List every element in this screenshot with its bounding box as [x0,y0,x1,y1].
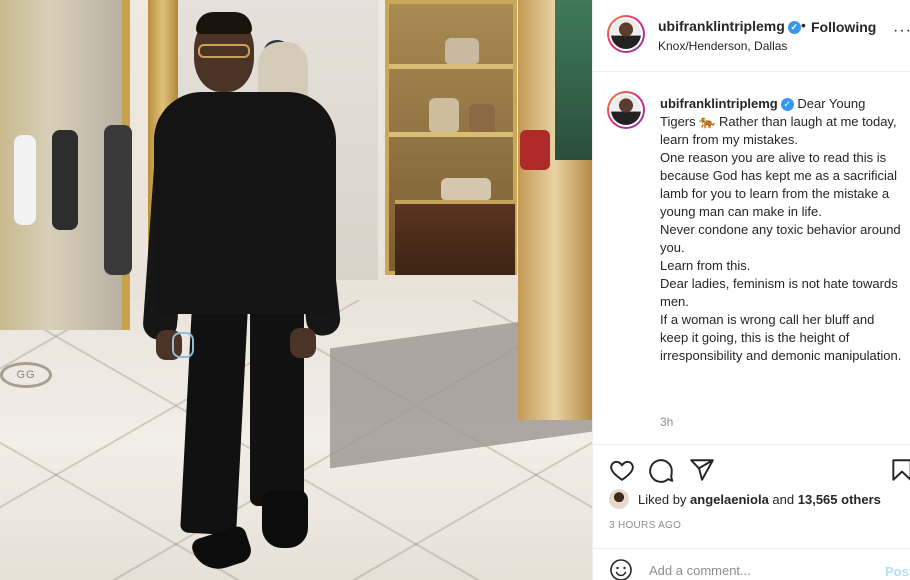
handbag [469,104,495,132]
author-username[interactable]: ubifranklintriplemg ✓ [658,18,801,34]
glasses [198,44,250,58]
caption-username[interactable]: ubifranklintriplemg [660,96,778,111]
man-in-black-outfit [142,10,342,580]
hair [196,12,252,34]
caption-line: Learn from this. [660,258,751,273]
shopper [52,130,78,230]
caption-line: If a woman is wrong call her bluff and k… [660,312,902,363]
comment-input[interactable] [649,563,869,578]
likes-conjunction: and [772,492,795,507]
avatar-photo [611,19,641,49]
following-button[interactable]: Following [811,19,876,35]
post-side-panel: ubifranklintriplemg ✓ • Following Knox/He… [592,0,910,580]
likes-prefix: Liked by [638,492,687,507]
handbag [441,178,491,200]
emoji-icon[interactable] [609,558,633,580]
handbag [445,38,479,64]
avatar-photo [611,95,641,125]
comment-icon[interactable] [649,457,675,483]
floor-logo: GG [0,362,52,388]
post-photo[interactable]: GG [0,0,592,580]
post-timestamp[interactable]: 3 HOURS AGO [609,520,681,531]
wood-cabinet [395,200,515,275]
caption-time[interactable]: 3h [660,415,673,429]
red-handbag [520,130,550,170]
shelf [389,64,513,69]
liker-username[interactable]: angelaeniola [690,492,769,507]
caption-line: Never condone any toxic behavior around … [660,222,901,255]
face-mask [172,332,194,358]
caption-line: ubifranklintriplemg ✓ Dear Young Tigers 🐅… [660,95,904,149]
post-comment-button[interactable]: Post [885,564,910,579]
green-display [555,0,592,160]
boot [262,490,308,548]
shelf [389,132,513,137]
black-shirt [154,92,336,314]
comment-bar: Post [593,548,910,580]
separator-dot: • [801,17,806,33]
author-avatar[interactable] [607,15,645,53]
action-bar [593,444,910,489]
verified-badge-icon: ✓ [780,98,794,111]
author-username-text[interactable]: ubifranklintriplemg [658,18,785,34]
shopper [14,135,36,225]
share-icon[interactable] [689,457,715,483]
caption-line: Dear ladies, feminism is not hate toward… [660,276,898,309]
shopper [104,125,132,275]
post-caption: ubifranklintriplemg ✓ Dear Young Tigers 🐅… [660,95,904,365]
post-header: ubifranklintriplemg ✓ • Following Knox/He… [593,0,910,72]
heart-icon[interactable] [609,457,635,483]
verified-badge-icon: ✓ [787,21,801,34]
likes-text: Liked by angelaeniola and 13,565 others [638,492,881,507]
likes-count-link[interactable]: 13,565 others [798,492,881,507]
bookmark-icon[interactable] [889,457,910,483]
handbag [429,98,459,132]
caption-author-avatar[interactable] [607,91,645,129]
location-link[interactable]: Knox/Henderson, Dallas [658,39,787,53]
liker-avatar[interactable] [609,489,629,509]
glass-storefront [0,0,132,330]
hand [290,328,316,358]
more-options-icon[interactable]: ··· [893,22,910,40]
caption-line: One reason you are alive to read this is… [660,150,898,219]
